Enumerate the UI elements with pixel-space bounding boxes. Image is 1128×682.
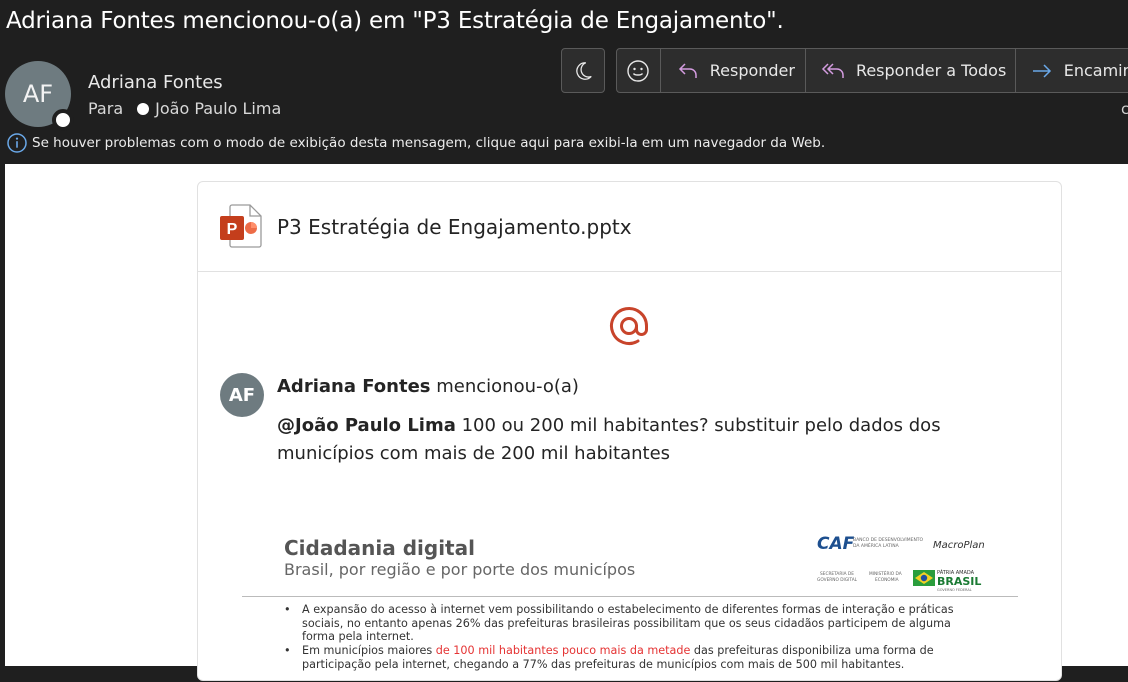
macroplan-logo: MacroPlan: [933, 540, 985, 551]
svg-text:P: P: [227, 221, 238, 238]
recipient-presence-icon: [137, 102, 150, 115]
caf-logo: CAF: [817, 534, 855, 554]
bullet-dot: •: [284, 603, 291, 616]
smiley-icon: [627, 59, 650, 82]
file-name-link[interactable]: P3 Estratégia de Engajamento.pptx: [277, 215, 632, 239]
slide-divider: [242, 596, 1018, 597]
recipients-line: Para João Paulo Lima: [88, 99, 281, 118]
reply-all-icon: [821, 62, 844, 78]
presence-status-icon: [52, 109, 74, 131]
card-header: P P3 Estratégia de Engajamento.pptx: [198, 182, 1061, 272]
bullet-2-pre: Em municípios maiores: [302, 644, 436, 657]
info-bar[interactable]: Se houver problemas com o modo de exibiç…: [7, 133, 825, 153]
emoji-reaction-button[interactable]: [617, 49, 661, 92]
mention-at-icon: [610, 306, 648, 345]
governo-federal-text: GOVERNO FEDERAL: [937, 588, 972, 592]
reply-all-button[interactable]: Responder a Todos: [806, 49, 1016, 92]
slide-preview[interactable]: Cidadania digital Brasil, por região e p…: [242, 522, 1022, 682]
slide-bullet-2: • Em municípios maiores de 100 mil habit…: [284, 644, 974, 682]
reply-all-label: Responder a Todos: [855, 61, 1007, 80]
mention-header: Adriana Fontes mencionou-o(a): [277, 376, 579, 397]
caf-logo-line2: DA AMÉRICA LATINA: [853, 544, 899, 549]
brasil-text: BRASIL: [937, 575, 982, 588]
bullet-2-text: Em municípios maiores de 100 mil habitan…: [302, 644, 972, 671]
to-label: Para: [88, 99, 124, 118]
bullet-1-text: A expansão do acesso à internet vem poss…: [302, 603, 954, 643]
partner-logos: CAF BANCO DE DESENVOLVIMENTO DA AMÉRICA …: [817, 530, 1017, 592]
caf-logo-line1: BANCO DE DESENVOLVIMENTO: [853, 538, 924, 543]
info-bar-text: Se houver problemas com o modo de exibiç…: [32, 135, 826, 151]
slide-subtitle: Brasil, por região e por porte dos munic…: [284, 560, 636, 579]
brasil-flag-logo: [913, 570, 935, 586]
ministerio-logo-line2: ECONOMIA: [875, 578, 899, 583]
dark-mode-toggle-button[interactable]: [561, 48, 605, 93]
info-icon: [7, 133, 27, 153]
mention-comment: @João Paulo Lima 100 ou 200 mil habitant…: [277, 412, 1027, 468]
reply-icon: [678, 62, 697, 78]
recipient-name[interactable]: João Paulo Lima: [155, 99, 281, 118]
reply-button[interactable]: Responder: [661, 49, 806, 92]
forward-button[interactable]: Encamin: [1016, 49, 1128, 92]
secretaria-logo-line1: SECRETARIA DE: [820, 572, 854, 577]
moon-icon: [576, 61, 592, 80]
slide-bullet-1: • A expansão do acesso à internet vem po…: [284, 603, 974, 645]
forward-icon: [1032, 63, 1051, 78]
mention-author-avatar: AF: [220, 373, 264, 417]
ministerio-logo-line1: MINISTÉRIO DA: [869, 572, 902, 577]
sender-name[interactable]: Adriana Fontes: [88, 72, 223, 93]
mention-author: Adriana Fontes: [277, 376, 431, 397]
truncated-date: c: [1121, 100, 1128, 118]
email-subject: Adriana Fontes mencionou-o(a) em "P3 Est…: [6, 8, 784, 34]
slide-title: Cidadania digital: [284, 536, 475, 560]
mention-card: P P3 Estratégia de Engajamento.pptx AF A…: [197, 181, 1062, 681]
powerpoint-file-icon: P: [220, 204, 262, 248]
mentioned-user: @João Paulo Lima: [277, 415, 456, 436]
bullet-2-highlight: de 100 mil habitantes pouco mais da meta…: [435, 644, 691, 657]
bullet-dot: •: [284, 644, 291, 657]
action-toolbar: Responder Responder a Todos Encamin: [616, 48, 1128, 93]
reply-label: Responder: [709, 61, 795, 80]
mention-action: mencionou-o(a): [436, 376, 579, 397]
forward-label: Encamin: [1063, 61, 1128, 80]
secretaria-logo-line2: GOVERNO DIGITAL: [817, 578, 858, 583]
